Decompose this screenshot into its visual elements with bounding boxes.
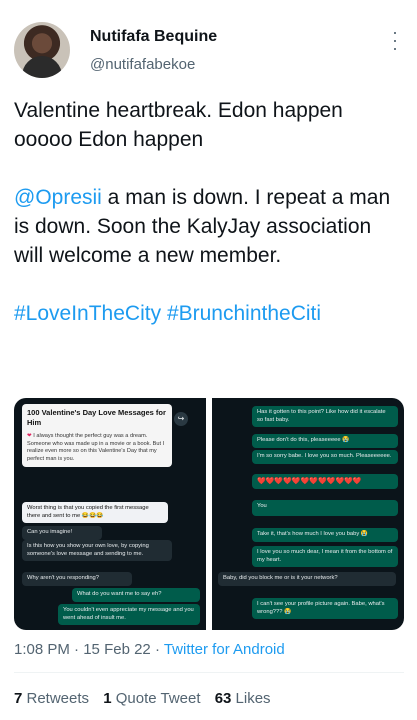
engagement-stats: 7 Retweets 1 Quote Tweet 63 Likes — [14, 690, 281, 707]
tweet-line-2: @Opresii a man is down. I repeat a man i… — [14, 183, 406, 270]
share-icon: ↪ — [174, 412, 188, 426]
chat-bubble: Take it, that's how much I love you baby… — [252, 528, 398, 542]
author-handle[interactable]: @nutifafabekoe — [90, 56, 195, 73]
quoted-reply: You — [252, 500, 398, 516]
avatar-figure — [22, 56, 62, 78]
quote-tweets-count: 1 — [103, 690, 112, 707]
tweet-media[interactable]: 100 Valentine's Day Love Messages for Hi… — [14, 398, 404, 630]
tweet-date[interactable]: 15 Feb 22 — [83, 641, 151, 658]
chat-bubble: ❤️❤️❤️❤️❤️❤️❤️❤️❤️❤️❤️❤️ — [252, 474, 398, 489]
chat-bubble: Has it gotten to this point? Like how di… — [252, 406, 398, 428]
tweet-line-1: Valentine heartbreak. Edon happen ooooo … — [14, 99, 343, 151]
chat-bubble: You couldn't even appreciate my message … — [58, 604, 200, 626]
media-image-left[interactable]: 100 Valentine's Day Love Messages for Hi… — [14, 398, 206, 630]
shared-article-card: 100 Valentine's Day Love Messages for Hi… — [22, 404, 172, 467]
chat-bubble: Can you imagine! — [22, 526, 102, 540]
quote-tweets-label: Quote Tweet — [111, 690, 201, 707]
quote-tweets-stat[interactable]: 1 Quote Tweet — [103, 690, 200, 707]
hashtag-link[interactable]: #BrunchintheCiti — [167, 302, 321, 325]
likes-count: 63 — [214, 690, 232, 707]
chat-bubble: Why aren't you responding? — [22, 572, 132, 586]
more-options-icon[interactable]: · · · — [390, 23, 400, 57]
chat-bubble: I'm so sorry babe. I love you so much. P… — [252, 450, 398, 464]
divider — [14, 672, 404, 673]
chat-bubble: Is this how you show your own love, by c… — [22, 540, 172, 562]
tweet-time[interactable]: 1:08 PM — [14, 641, 70, 658]
media-image-right[interactable]: Has it gotten to this point? Like how di… — [212, 398, 404, 630]
author-name[interactable]: Nutifafa Bequine — [90, 28, 217, 46]
retweets-stat[interactable]: 7 Retweets — [14, 690, 89, 707]
card-body-text: I always thought the perfect guy was a d… — [27, 433, 165, 462]
mention-link[interactable]: @Opresii — [14, 186, 102, 209]
chat-bubble: What do you want me to say eh? — [72, 588, 200, 602]
tweet-source[interactable]: Twitter for Android — [164, 641, 285, 658]
separator: · — [69, 641, 84, 658]
likes-label: Likes — [231, 690, 271, 707]
chat-bubble: I love you so much dear, I mean it from … — [252, 546, 398, 568]
chat-bubble: I can't see your profile picture again. … — [252, 598, 398, 620]
chat-bubble: Worst thing is that you copied the first… — [22, 502, 168, 524]
hashtag-link[interactable]: #LoveInTheCity — [14, 302, 161, 325]
hashtags: #LoveInTheCity #BrunchintheCiti — [14, 299, 406, 328]
separator: · — [150, 641, 164, 658]
tweet-text: Valentine heartbreak. Edon happen ooooo … — [14, 96, 406, 328]
card-title: 100 Valentine's Day Love Messages for Hi… — [27, 408, 166, 427]
heart-icon: ❤ — [27, 433, 32, 439]
tweet-timestamp: 1:08 PM · 15 Feb 22 · Twitter for Androi… — [14, 641, 285, 658]
chat-bubble: Please don't do this, pleaseeeee 😭 — [252, 434, 398, 448]
retweets-label: Retweets — [22, 690, 90, 707]
tweet-header: Nutifafa Bequine @nutifafabekoe · · · — [14, 18, 404, 78]
card-body: ❤ I always thought the perfect guy was a… — [27, 433, 167, 463]
chat-bubble: Baby, did you block me or is it your net… — [218, 572, 396, 586]
avatar[interactable] — [14, 22, 70, 78]
likes-stat[interactable]: 63 Likes — [215, 690, 271, 707]
